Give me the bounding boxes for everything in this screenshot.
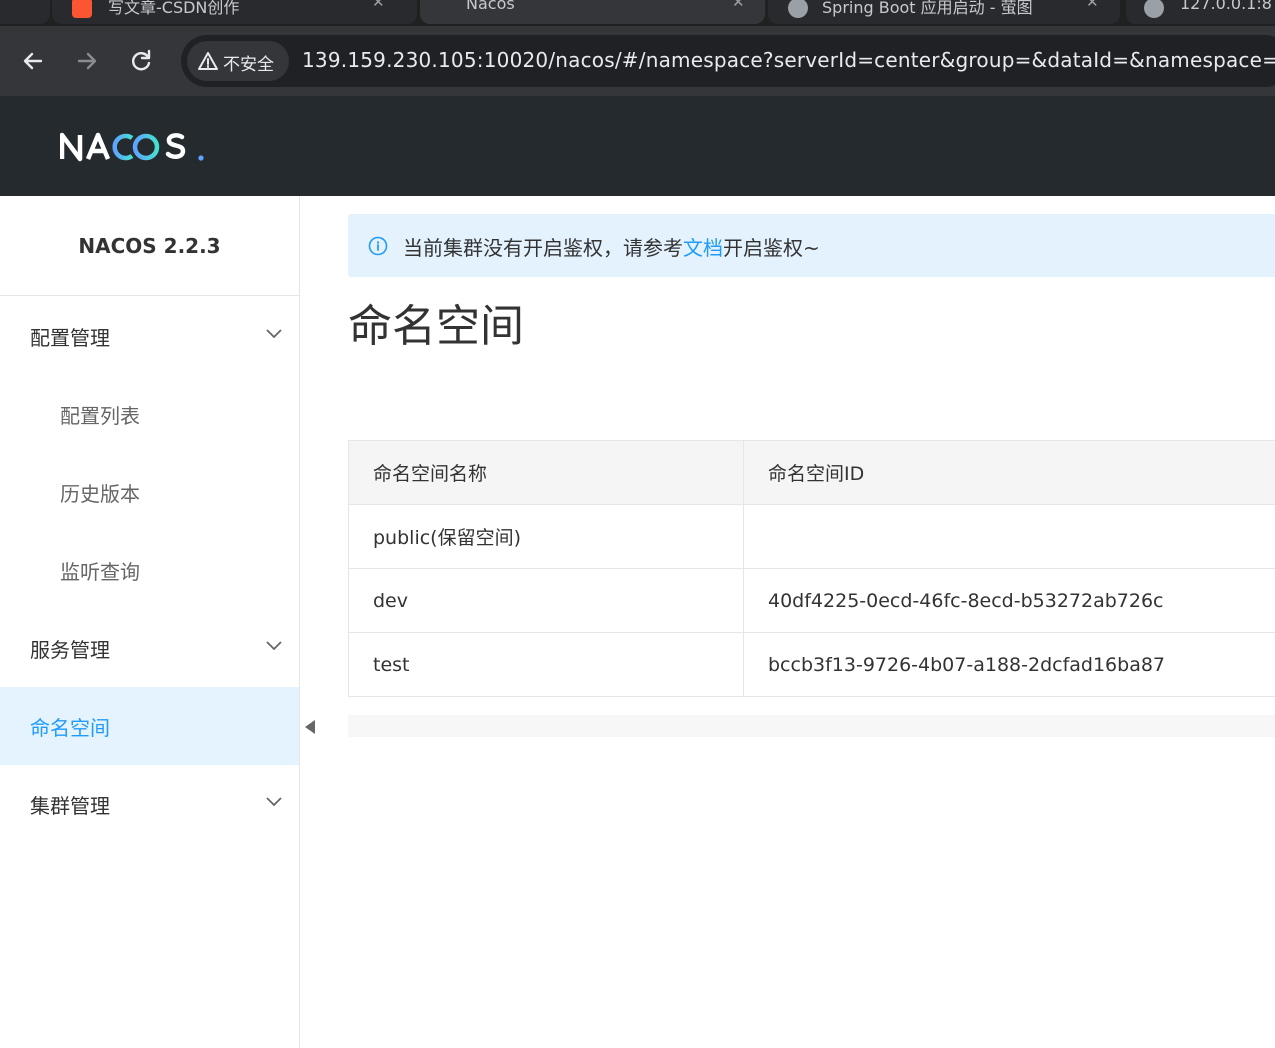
sidebar: NACOS 2.2.3 配置管理 配置列表 历史版本 监听查询 服务管理 命名空… <box>0 196 300 1048</box>
sidebar-item-service-management[interactable]: 服务管理 <box>0 609 299 687</box>
namespace-name-cell: public(保留空间) <box>348 504 744 569</box>
close-tab-icon[interactable]: ✕ <box>372 0 385 11</box>
browser-tab-spring[interactable]: Spring Boot 应用启动 - 萤图 ✕ <box>768 0 1120 24</box>
browser-toolbar: 不安全 139.159.230.105:10020/nacos/#/namesp… <box>0 26 1275 96</box>
tab-title: Spring Boot 应用启动 - 萤图 <box>822 0 1033 17</box>
namespace-name-cell: test <box>348 632 744 697</box>
namespace-name-cell: dev <box>348 568 744 633</box>
browser-tab-strip: 写文章-CSDN创作 ✕ Nacos ✕ Spring Boot 应用启动 - … <box>0 0 1275 26</box>
table-row: test bccb3f13-9726-4b07-a188-2dcfad16ba8… <box>348 632 1275 697</box>
tab-title: 写文章-CSDN创作 <box>108 0 240 17</box>
sidebar-item-label: 监听查询 <box>60 559 140 584</box>
info-icon <box>368 236 388 256</box>
alert-text-prefix: 当前集群没有开启鉴权，请参考 <box>403 236 683 260</box>
url-path: :10020/nacos/#/namespace?serverId=center… <box>476 48 1275 72</box>
sidebar-item-label: 集群管理 <box>30 793 110 818</box>
forward-button[interactable] <box>72 46 102 76</box>
sidebar-item-label: 配置管理 <box>30 325 110 350</box>
horizontal-scrollbar[interactable] <box>348 715 1275 737</box>
browser-tab-csdn[interactable]: 写文章-CSDN创作 ✕ <box>52 0 417 24</box>
globe-favicon-icon <box>1144 0 1164 18</box>
reload-icon <box>132 49 151 71</box>
docs-link[interactable]: 文档 <box>683 236 723 260</box>
sidebar-item-label: 命名空间 <box>30 715 110 740</box>
namespace-id-cell <box>743 504 1275 569</box>
back-button[interactable] <box>18 46 48 76</box>
sidebar-item-label: 历史版本 <box>60 481 140 506</box>
sidebar-item-label: 服务管理 <box>30 637 110 662</box>
alert-text-suffix: 开启鉴权~ <box>723 236 820 260</box>
page-title: 命名空间 <box>348 301 524 352</box>
close-tab-icon[interactable]: ✕ <box>1086 0 1099 11</box>
browser-tab-localhost[interactable]: 127.0.0.1:8 <box>1126 0 1275 24</box>
table-row: dev 40df4225-0ecd-46fc-8ecd-b53272ab726c <box>348 568 1275 633</box>
security-indicator[interactable]: 不安全 <box>187 41 289 81</box>
tab-title: 127.0.0.1:8 <box>1180 0 1272 13</box>
chevron-down-icon <box>266 797 282 807</box>
reload-button[interactable] <box>126 46 156 76</box>
sidebar-item-history[interactable]: 历史版本 <box>0 453 299 531</box>
warning-icon <box>198 52 218 70</box>
chevron-down-icon <box>266 329 282 339</box>
alert-message: 当前集群没有开启鉴权，请参考文档开启鉴权~ <box>403 232 820 261</box>
spring-favicon-icon <box>788 0 808 18</box>
sidebar-collapse-handle-icon[interactable] <box>305 720 315 734</box>
sidebar-item-config-list[interactable]: 配置列表 <box>0 375 299 453</box>
csdn-favicon-icon <box>72 0 92 18</box>
url-text[interactable]: 139.159.230.105:10020/nacos/#/namespace?… <box>302 48 1275 72</box>
forward-arrow-icon <box>77 52 97 70</box>
url-host: 139.159.230.105 <box>302 48 477 72</box>
product-version: NACOS 2.2.3 <box>0 196 299 296</box>
namespace-table: 命名空间名称 命名空间ID public(保留空间) dev 40df4225-… <box>348 440 1275 697</box>
sidebar-item-cluster-management[interactable]: 集群管理 <box>0 765 299 843</box>
nacos-logo[interactable] <box>60 126 210 166</box>
address-bar[interactable]: 不安全 139.159.230.105:10020/nacos/#/namesp… <box>181 35 1275 87</box>
sidebar-item-label: 配置列表 <box>60 403 140 428</box>
table-row: public(保留空间) <box>348 504 1275 569</box>
sidebar-item-namespace[interactable]: 命名空间 <box>0 687 299 765</box>
security-label: 不安全 <box>223 55 274 75</box>
app-header <box>0 96 1275 196</box>
auth-alert: 当前集群没有开启鉴权，请参考文档开启鉴权~ <box>348 214 1275 277</box>
column-header-namespace-id: 命名空间ID <box>743 440 1275 505</box>
sidebar-item-listener-query[interactable]: 监听查询 <box>0 531 299 609</box>
tab-title: Nacos <box>466 0 515 13</box>
chevron-down-icon <box>266 641 282 651</box>
close-tab-icon[interactable]: ✕ <box>732 0 745 11</box>
column-header-namespace-name: 命名空间名称 <box>348 440 744 505</box>
sidebar-item-config-management[interactable]: 配置管理 <box>0 297 299 375</box>
browser-tab[interactable] <box>0 0 50 24</box>
namespace-id-cell: 40df4225-0ecd-46fc-8ecd-b53272ab726c <box>743 568 1275 633</box>
browser-tab-nacos[interactable]: Nacos ✕ <box>420 0 765 24</box>
nacos-favicon-icon <box>436 0 456 18</box>
table-header-row: 命名空间名称 命名空间ID <box>348 440 1275 505</box>
namespace-id-cell: bccb3f13-9726-4b07-a188-2dcfad16ba87 <box>743 632 1275 697</box>
back-arrow-icon <box>23 52 43 70</box>
